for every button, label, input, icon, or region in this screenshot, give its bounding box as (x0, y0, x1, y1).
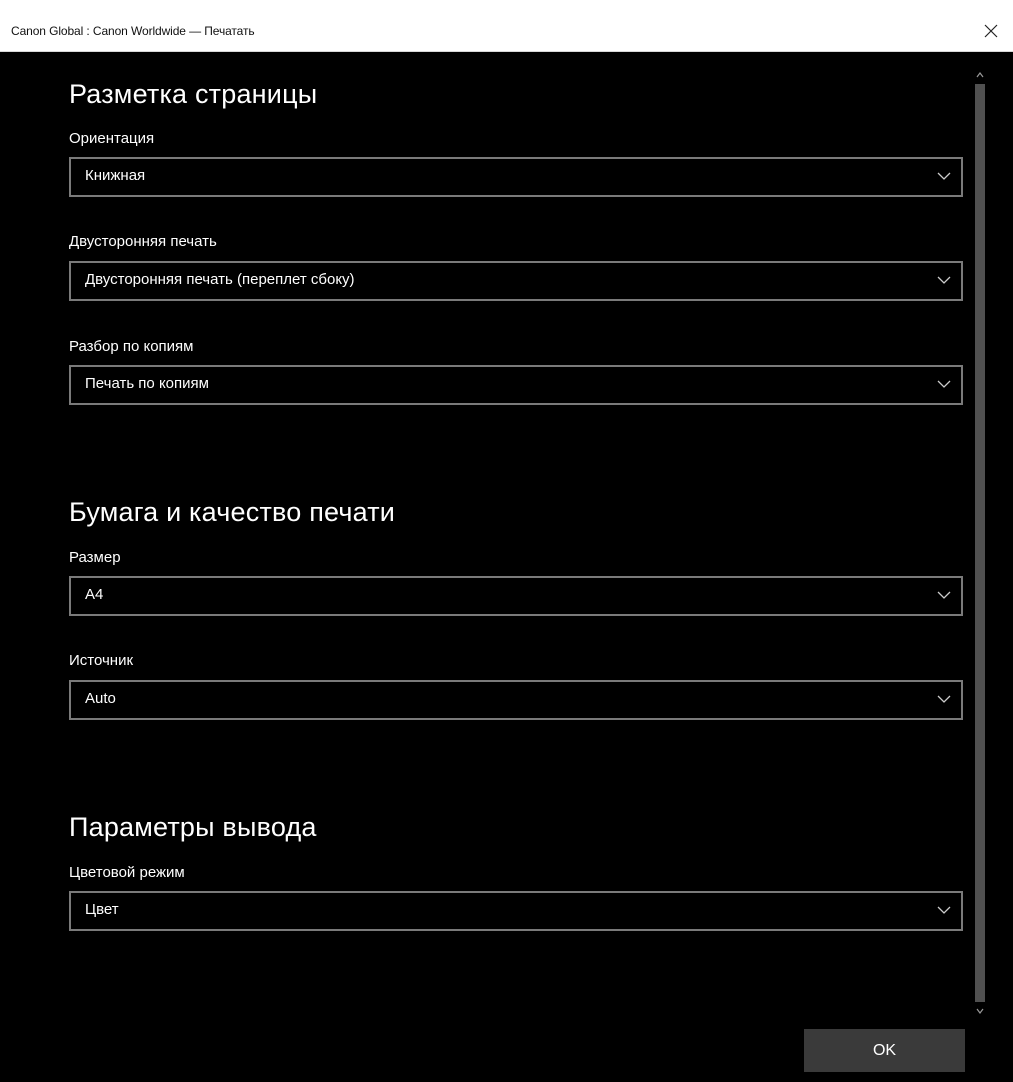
color-mode-label: Цветовой режим (69, 864, 185, 881)
source-value: Auto (85, 690, 116, 707)
size-value: A4 (85, 586, 104, 603)
color-mode-value: Цвет (85, 901, 119, 918)
size-select[interactable]: A4 (69, 576, 963, 616)
scroll-up-arrow-icon[interactable] (973, 68, 987, 82)
title-bar: Canon Global : Canon Worldwide — Печатат… (0, 0, 1013, 52)
section-title-output: Параметры вывода (69, 812, 317, 842)
close-button[interactable] (969, 10, 1013, 52)
print-dialog: Canon Global : Canon Worldwide — Печатат… (0, 0, 1013, 1082)
ok-button[interactable]: OK (804, 1029, 965, 1072)
collation-value: Печать по копиям (85, 375, 209, 392)
color-mode-select[interactable]: Цвет (69, 891, 963, 931)
chevron-down-icon (937, 695, 951, 703)
orientation-value: Книжная (85, 167, 146, 184)
section-title-paper-quality: Бумага и качество печати (69, 497, 396, 527)
chevron-down-icon (937, 906, 951, 914)
window-title: Canon Global : Canon Worldwide — Печатат… (11, 24, 255, 38)
orientation-select[interactable]: Книжная (69, 157, 963, 197)
settings-panel: Разметка страницы Ориентация Книжная Дву… (10, 52, 1013, 1082)
chevron-down-icon (937, 172, 951, 180)
source-select[interactable]: Auto (69, 680, 963, 720)
scrollbar-thumb[interactable] (975, 84, 985, 1002)
section-title-page-layout: Разметка страницы (69, 79, 318, 109)
size-label: Размер (69, 549, 121, 566)
collation-select[interactable]: Печать по копиям (69, 365, 963, 405)
collation-label: Разбор по копиям (69, 338, 194, 355)
orientation-label: Ориентация (69, 130, 155, 147)
duplex-select[interactable]: Двусторонняя печать (переплет сбоку) (69, 261, 963, 301)
source-label: Источник (69, 652, 134, 669)
chevron-down-icon (937, 380, 951, 388)
vertical-scrollbar[interactable] (973, 68, 987, 1018)
close-icon (984, 24, 998, 38)
chevron-down-icon (937, 276, 951, 284)
duplex-label: Двусторонняя печать (69, 233, 217, 250)
duplex-value: Двусторонняя печать (переплет сбоку) (85, 271, 355, 288)
chevron-down-icon (937, 591, 951, 599)
scroll-down-arrow-icon[interactable] (973, 1004, 987, 1018)
